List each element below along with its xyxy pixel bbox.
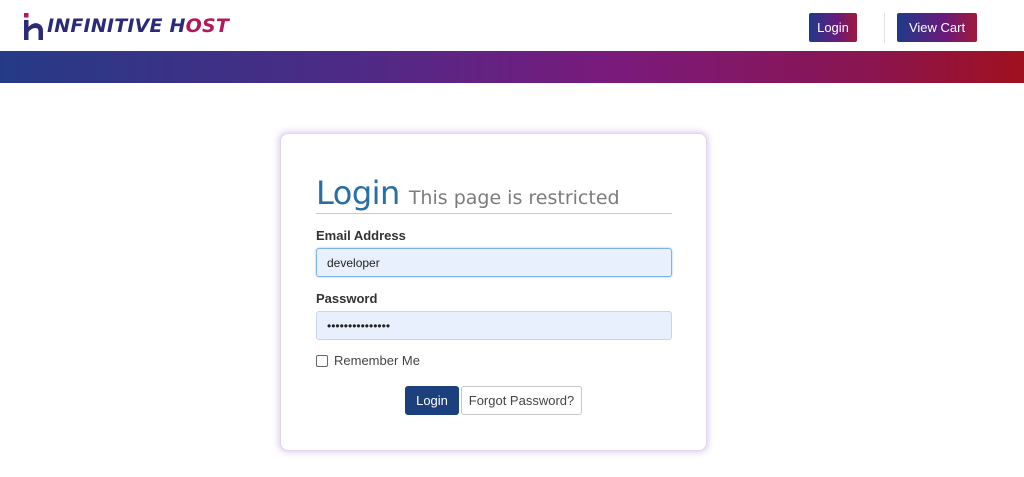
top-header: INFINITIVE HOST Login View Cart [0, 0, 1024, 51]
remember-me-label[interactable]: Remember Me [334, 353, 420, 368]
brand-name-accent: OST [185, 15, 230, 37]
remember-me[interactable]: Remember Me [316, 353, 420, 368]
view-cart-button[interactable]: View Cart [897, 13, 977, 42]
page-title: Login [316, 174, 400, 212]
gradient-banner [0, 51, 1024, 83]
brand-name: INFINITIVE HOST [47, 15, 229, 37]
email-field[interactable] [316, 248, 672, 277]
brand-logo-icon [24, 13, 43, 40]
forgot-password-button[interactable]: Forgot Password? [461, 386, 582, 415]
remember-me-checkbox[interactable] [316, 354, 328, 367]
password-label: Password [316, 291, 378, 306]
login-card: Login This page is restricted Email Addr… [280, 133, 707, 451]
password-field[interactable] [316, 311, 672, 340]
email-label: Email Address [316, 228, 406, 243]
brand-name-main: INFINITIVE H [47, 15, 186, 37]
login-submit-button[interactable]: Login [405, 386, 459, 415]
page-subtitle: This page is restricted [408, 187, 620, 209]
login-heading: Login This page is restricted [316, 174, 672, 214]
brand-logo[interactable]: INFINITIVE HOST [22, 9, 229, 43]
header-divider [884, 13, 885, 43]
header-login-button[interactable]: Login [809, 13, 857, 42]
